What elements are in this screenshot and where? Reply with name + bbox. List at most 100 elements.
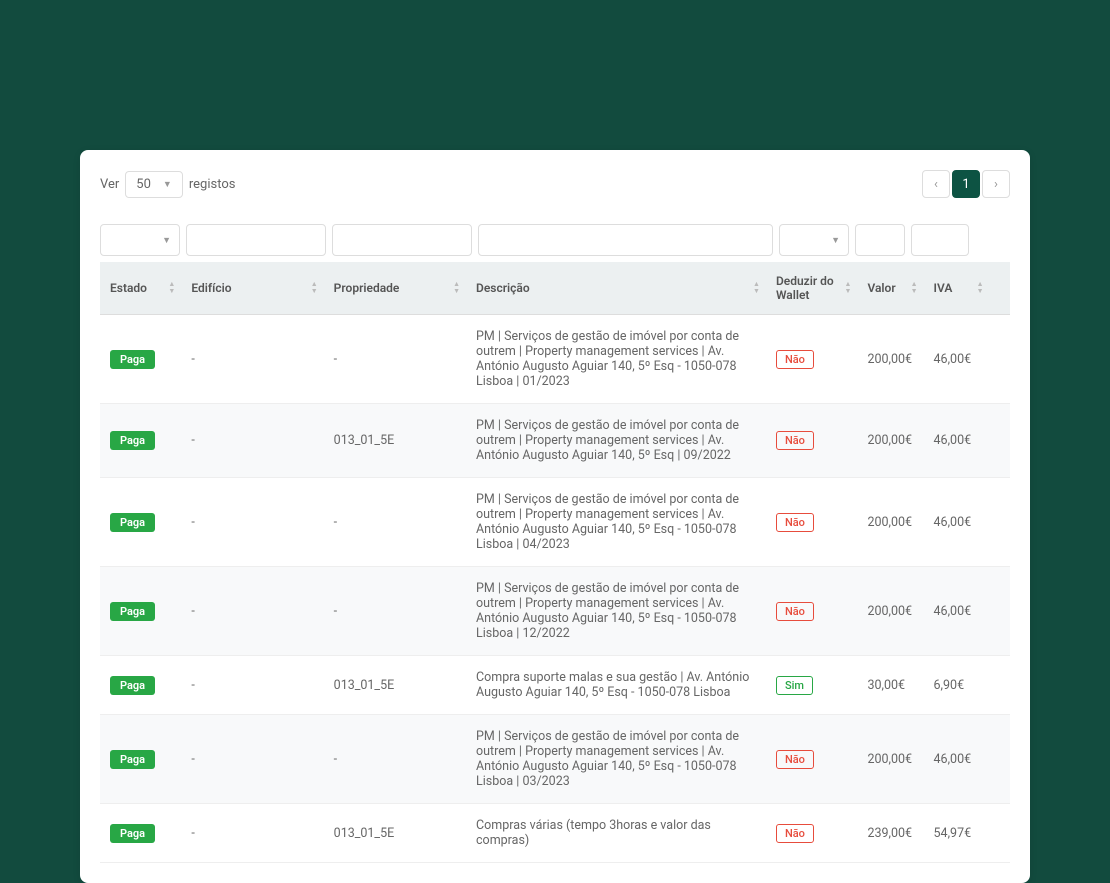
cell-propriedade: 013_01_5E — [324, 656, 466, 715]
column-propriedade[interactable]: Propriedade ▲▼ — [324, 262, 466, 315]
filter-deduzir[interactable]: ▼ — [779, 224, 849, 256]
column-descricao[interactable]: Descrição ▲▼ — [466, 262, 766, 315]
column-deduzir[interactable]: Deduzir do Wallet ▲▼ — [766, 262, 858, 315]
cell-propriedade: - — [324, 567, 466, 656]
sort-icon: ▲▼ — [911, 281, 918, 295]
cell-valor: 200,00€ — [857, 404, 923, 478]
chevron-down-icon: ▼ — [162, 235, 171, 246]
cell-propriedade: 013_01_5E — [324, 404, 466, 478]
filter-edificio[interactable] — [186, 224, 326, 256]
cell-estado: Paga — [100, 715, 181, 804]
page-size-control: Ver 50 ▼ registos — [100, 171, 235, 198]
main-panel: Ver 50 ▼ registos ‹ 1 › ▼ — [80, 150, 1030, 883]
status-badge: Paga — [110, 602, 155, 621]
chevron-left-icon: ‹ — [934, 177, 938, 192]
table-row: Paga--PM | Serviços de gestão de imóvel … — [100, 478, 1010, 567]
cell-deduzir: Não — [766, 404, 858, 478]
sort-icon: ▲▼ — [453, 281, 460, 295]
cell-descricao: PM | Serviços de gestão de imóvel por co… — [466, 404, 766, 478]
deduct-no-badge: Não — [776, 513, 814, 532]
status-badge: Paga — [110, 513, 155, 532]
status-badge: Paga — [110, 431, 155, 450]
cell-estado: Paga — [100, 315, 181, 404]
column-label: Edifício — [191, 281, 231, 295]
column-valor[interactable]: Valor ▲▼ — [857, 262, 923, 315]
cell-estado: Paga — [100, 804, 181, 863]
column-edificio[interactable]: Edifício ▲▼ — [181, 262, 323, 315]
top-bar: Ver 50 ▼ registos ‹ 1 › — [100, 170, 1010, 198]
status-badge: Paga — [110, 824, 155, 843]
deduct-no-badge: Não — [776, 602, 814, 621]
cell-deduzir: Sim — [766, 656, 858, 715]
cell-iva: 46,00€ — [924, 404, 990, 478]
page-size-value: 50 — [136, 177, 151, 192]
deduct-no-badge: Não — [776, 824, 814, 843]
cell-estado: Paga — [100, 567, 181, 656]
cell-descricao: PM | Serviços de gestão de imóvel por co… — [466, 315, 766, 404]
cell-extra — [990, 404, 1010, 478]
cell-extra — [990, 804, 1010, 863]
cell-valor: 30,00€ — [857, 656, 923, 715]
cell-edificio: - — [181, 804, 323, 863]
chevron-down-icon: ▼ — [831, 235, 840, 246]
sort-icon: ▲▼ — [311, 281, 318, 295]
pagination-page-1[interactable]: 1 — [952, 170, 980, 198]
deduct-yes-badge: Sim — [776, 676, 813, 695]
filter-propriedade[interactable] — [332, 224, 472, 256]
cell-valor: 239,00€ — [857, 804, 923, 863]
column-label: Descrição — [476, 281, 530, 295]
cell-iva: 54,97€ — [924, 804, 990, 863]
filter-iva[interactable] — [911, 224, 969, 256]
cell-deduzir: Não — [766, 478, 858, 567]
sort-icon: ▲▼ — [977, 281, 984, 295]
cell-propriedade: 013_01_5E — [324, 804, 466, 863]
cell-iva: 46,00€ — [924, 567, 990, 656]
column-estado[interactable]: Estado ▲▼ — [100, 262, 181, 315]
status-badge: Paga — [110, 350, 155, 369]
cell-iva: 46,00€ — [924, 478, 990, 567]
filter-descricao[interactable] — [478, 224, 773, 256]
column-label: Valor — [867, 281, 895, 295]
column-label: Propriedade — [334, 281, 400, 295]
table-body: Paga--PM | Serviços de gestão de imóvel … — [100, 315, 1010, 863]
sort-icon: ▲▼ — [753, 281, 760, 295]
pagination-prev-button[interactable]: ‹ — [922, 170, 950, 198]
cell-propriedade: - — [324, 478, 466, 567]
page-size-select[interactable]: 50 ▼ — [125, 171, 183, 198]
page-number: 1 — [962, 177, 969, 192]
table-header-row: Estado ▲▼ Edifício ▲▼ Propriedade ▲▼ Des… — [100, 262, 1010, 315]
pagination: ‹ 1 › — [922, 170, 1010, 198]
filter-estado[interactable]: ▼ — [100, 224, 180, 256]
cell-edificio: - — [181, 315, 323, 404]
cell-valor: 200,00€ — [857, 315, 923, 404]
cell-extra — [990, 656, 1010, 715]
table-row: Paga-013_01_5EPM | Serviços de gestão de… — [100, 404, 1010, 478]
table-header: Estado ▲▼ Edifício ▲▼ Propriedade ▲▼ Des… — [100, 262, 1010, 315]
cell-iva: 46,00€ — [924, 715, 990, 804]
cell-extra — [990, 715, 1010, 804]
cell-deduzir: Não — [766, 567, 858, 656]
table-wrapper: ▼ ▼ Estado ▲▼ Edifício ▲▼ — [100, 218, 1010, 863]
cell-extra — [990, 315, 1010, 404]
column-extra — [990, 262, 1010, 315]
cell-estado: Paga — [100, 404, 181, 478]
deduct-no-badge: Não — [776, 350, 814, 369]
deduct-no-badge: Não — [776, 431, 814, 450]
chevron-down-icon: ▼ — [163, 179, 172, 190]
status-badge: Paga — [110, 750, 155, 769]
table-row: Paga-013_01_5ECompras várias (tempo 3hor… — [100, 804, 1010, 863]
cell-valor: 200,00€ — [857, 715, 923, 804]
status-badge: Paga — [110, 676, 155, 695]
filter-valor[interactable] — [855, 224, 905, 256]
table-row: Paga-013_01_5ECompra suporte malas e sua… — [100, 656, 1010, 715]
cell-propriedade: - — [324, 315, 466, 404]
pagination-next-button[interactable]: › — [982, 170, 1010, 198]
cell-edificio: - — [181, 567, 323, 656]
cell-estado: Paga — [100, 478, 181, 567]
cell-descricao: PM | Serviços de gestão de imóvel por co… — [466, 478, 766, 567]
column-iva[interactable]: IVA ▲▼ — [924, 262, 990, 315]
filter-row: ▼ ▼ — [100, 218, 1010, 262]
cell-iva: 46,00€ — [924, 315, 990, 404]
cell-extra — [990, 567, 1010, 656]
cell-extra — [990, 478, 1010, 567]
